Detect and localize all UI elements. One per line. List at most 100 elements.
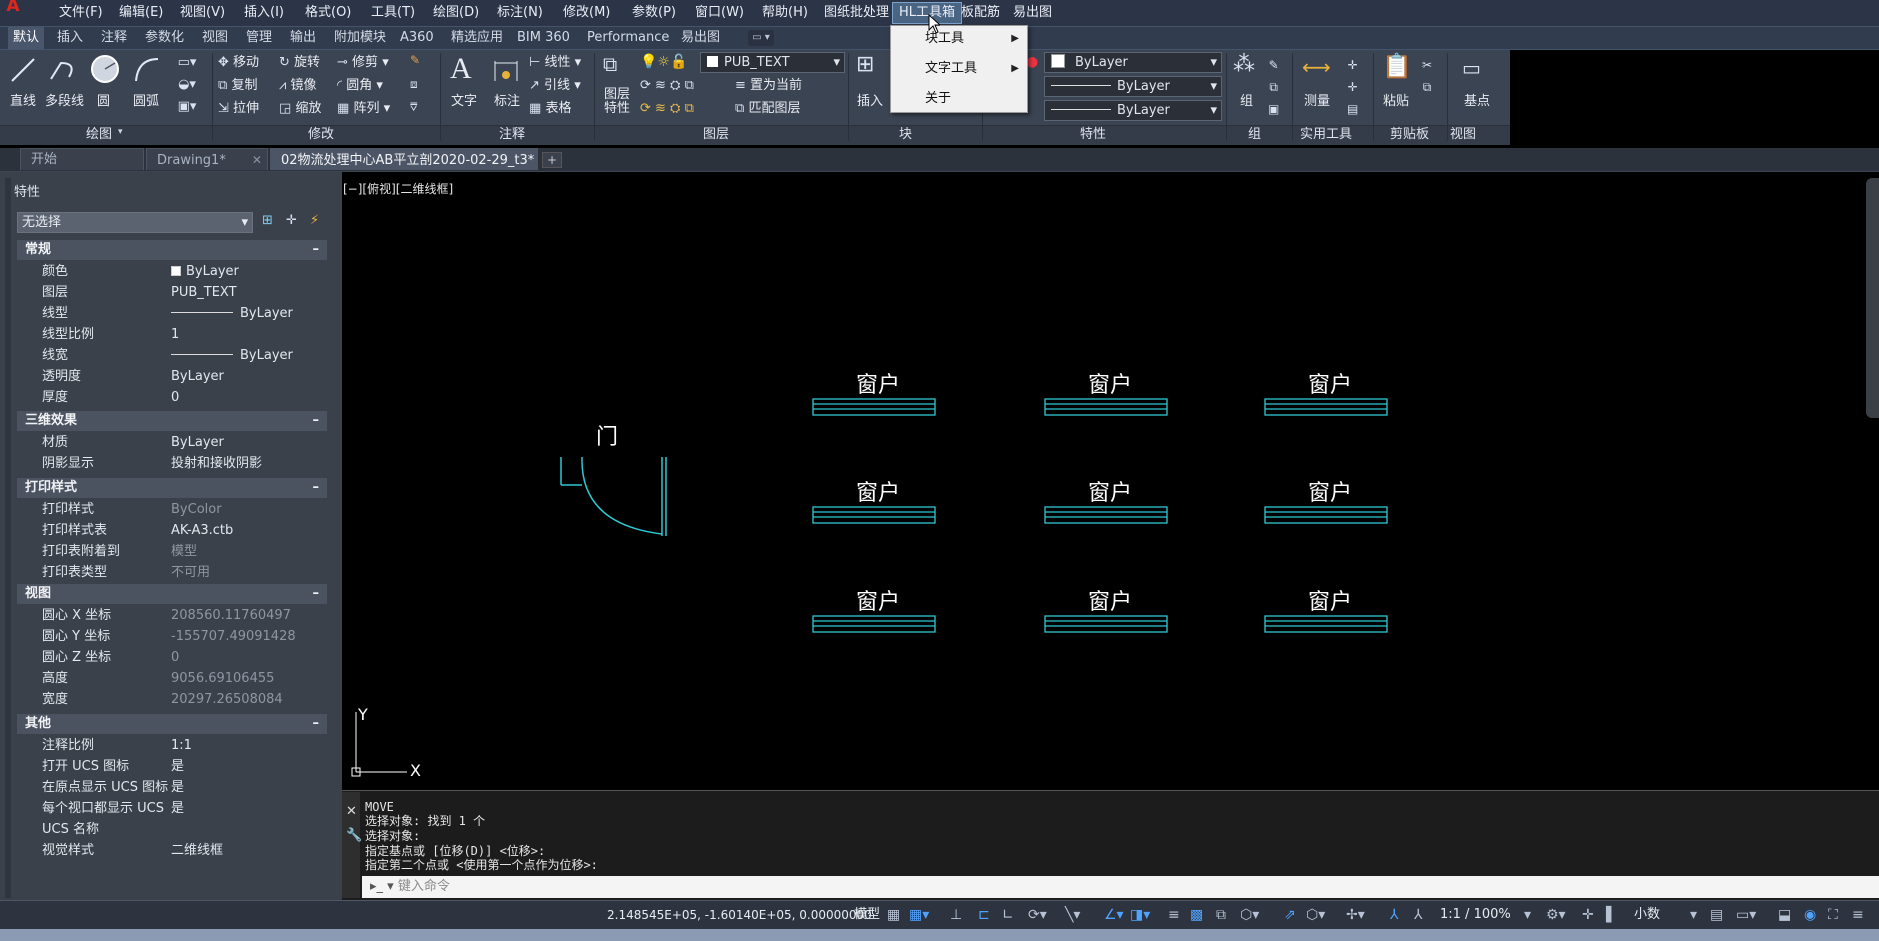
property-value[interactable]: 0 [171,648,179,668]
lock-ui-icon[interactable]: ▭▾ [1736,905,1756,925]
utility-tools-icons[interactable]: ✛ ✛ ▤ [1347,54,1358,120]
command-input[interactable]: ▸_ ▾ 键入命令 [362,876,1879,898]
property-value[interactable]: 是 [171,799,184,819]
menu-item-text-tools[interactable]: 文字工具 [925,58,1023,80]
tab-addins[interactable]: 附加模块 [329,27,391,49]
menu-batch-plot[interactable]: 图纸批处理 [818,2,895,24]
window-symbol[interactable]: 窗户 [812,481,936,524]
transparency-icon[interactable]: ▩ [1190,905,1203,925]
groups-panel-title[interactable]: 组 [1248,127,1261,143]
ortho-icon[interactable]: ∟ [1002,905,1014,925]
selection-dropdown[interactable]: 无选择 ▾ [17,212,253,233]
property-value[interactable]: 二维线框 [171,841,223,861]
property-value[interactable]: ByLayer [171,433,224,453]
insert-block-icon[interactable]: ⊞ [856,52,874,77]
modify-panel-title[interactable]: 修改 [308,127,334,143]
menu-help[interactable]: 帮助(H) [756,2,814,24]
window-symbol[interactable]: 窗户 [1044,590,1168,633]
toggle-pickadd-icon[interactable]: ⊞ [262,213,273,228]
new-tab-button[interactable]: + [542,152,562,168]
property-value[interactable]: 不可用 [171,563,210,583]
layer-on-icon[interactable]: 💡☼🔓 [640,54,687,70]
grid-icon[interactable]: ▦ [887,905,900,925]
group-tools-icons[interactable]: ✎ ⧉ ▣ [1268,54,1279,120]
block-panel-title[interactable]: 块 [899,127,912,143]
circle-icon[interactable] [89,53,121,85]
property-value[interactable]: ByLayer [171,346,293,366]
line-icon[interactable] [8,55,38,85]
explode-icon[interactable]: ⧈ [410,77,418,92]
linear-dim-tool[interactable]: ⊢ 线性 ▾ [529,52,581,74]
doc-tab-current[interactable]: 02物流处理中心AB平立剖2020-02-29_t3*✕ [270,148,554,170]
clean-screen-icon[interactable]: ⛶ [1828,905,1838,925]
close-icon[interactable]: ✕ [346,804,357,819]
property-value[interactable]: 投射和接收阴影 [171,454,262,474]
auto-scale-icon[interactable]: ⅄ [1414,905,1423,925]
palette-handle[interactable] [5,178,11,898]
hardware-acceleration-icon[interactable]: ◉ [1804,905,1816,925]
tab-parametric[interactable]: 参数化 [140,27,189,49]
lineweight-icon[interactable]: ≡ [1168,905,1180,925]
view-panel-title[interactable]: 视图 [1450,127,1476,143]
property-value[interactable]: ByColor [171,500,222,520]
doc-tab-drawing1[interactable]: Drawing1* ✕ [146,148,268,170]
autocad-app-icon[interactable]: A [0,0,26,16]
draw-panel-title[interactable]: 绘图 [86,127,112,143]
color-dropdown[interactable]: ByLayer ▾ [1044,52,1222,73]
copy-tool[interactable]: ⧉ 复制 [218,75,257,97]
layer-tools-row2-icons[interactable]: ⟳ ≋ ⛭ ⧉ [640,101,694,116]
polyline-icon[interactable] [47,55,81,85]
collapse-icon[interactable]: – [313,714,320,734]
model-space-toggle[interactable]: 模型 [854,905,880,925]
property-value[interactable]: ByLayer [171,367,224,387]
workspace-gear-icon[interactable]: ⚙▾ [1546,905,1566,925]
property-value[interactable]: 0 [171,388,179,408]
property-section-header[interactable]: 视图 – [17,584,327,604]
snap-icon[interactable]: ▦▾ [909,905,929,925]
menu-window[interactable]: 窗口(W) [689,2,750,24]
chevron-down-icon[interactable]: ▾ [1690,905,1697,925]
menu-draw[interactable]: 绘图(D) [427,2,485,24]
dimension-tool-label[interactable]: 标注 [494,90,520,109]
boundary-icon[interactable]: ▣▾ [173,99,201,114]
layer-tools-row1-icons[interactable]: ⟳ ≋ ⛭ ⧉ [640,78,694,93]
text-icon[interactable]: A [450,52,472,86]
property-value[interactable]: 9056.69106455 [171,669,274,689]
property-value[interactable]: -155707.49091428 [171,627,296,647]
property-value[interactable]: 208560.11760497 [171,606,291,626]
menu-dimension[interactable]: 标注(N) [491,2,549,24]
door-symbol[interactable] [560,456,667,536]
menu-modify[interactable]: 修改(M) [557,2,616,24]
isolate-objects-icon[interactable]: ⬓ [1778,905,1791,925]
leader-tool[interactable]: ↗ 引线 ▾ [529,75,581,97]
property-value[interactable]: ByLayer [171,262,239,282]
rotate-tool[interactable]: ↻ 旋转 [279,52,320,74]
object-snap-tracking-icon[interactable]: ∠▾ [1104,905,1124,925]
annotation-panel-title[interactable]: 注释 [499,127,525,143]
arc-tool-label[interactable]: 圆弧 [133,90,159,109]
plus-icon[interactable]: ✛ [1582,905,1594,925]
tab-manage[interactable]: 管理 [241,27,277,49]
customization-icon[interactable]: ≡ [1852,905,1864,925]
window-symbol[interactable]: 窗户 [1264,481,1388,524]
menu-easy-plot[interactable]: 易出图 [1007,2,1058,24]
quick-select-icon[interactable]: ⚡ [310,213,319,228]
dynamic-ucs-icon[interactable]: ⇗ [1284,905,1296,925]
menu-tools[interactable]: 工具(T) [365,2,421,24]
tab-easy-plot[interactable]: 易出图 [676,27,725,49]
property-value[interactable]: 模型 [171,542,197,562]
wrench-icon[interactable]: 🔧 [346,828,362,843]
selection-filter-icon[interactable]: ⬡▾ [1306,905,1325,925]
dimension-icon[interactable] [492,55,520,85]
menu-view[interactable]: 视图(V) [174,2,231,24]
layer-properties-icon[interactable]: ⧉ [603,52,617,76]
layer-properties-label[interactable]: 图层 特性 [604,88,630,116]
fillet-tool[interactable]: ◜ 圆角 ▾ [337,75,383,97]
collapse-icon[interactable]: – [313,478,320,498]
base-view-icon[interactable]: ▭ [1462,56,1481,80]
stretch-tool[interactable]: ⇲ 拉伸 [218,98,259,120]
layers-panel-title[interactable]: 图层 [703,127,729,143]
polar-icon[interactable]: ⟳▾ [1028,905,1047,925]
tab-featured-apps[interactable]: 精选应用 [446,27,508,49]
property-value[interactable]: PUB_TEXT [171,283,237,303]
